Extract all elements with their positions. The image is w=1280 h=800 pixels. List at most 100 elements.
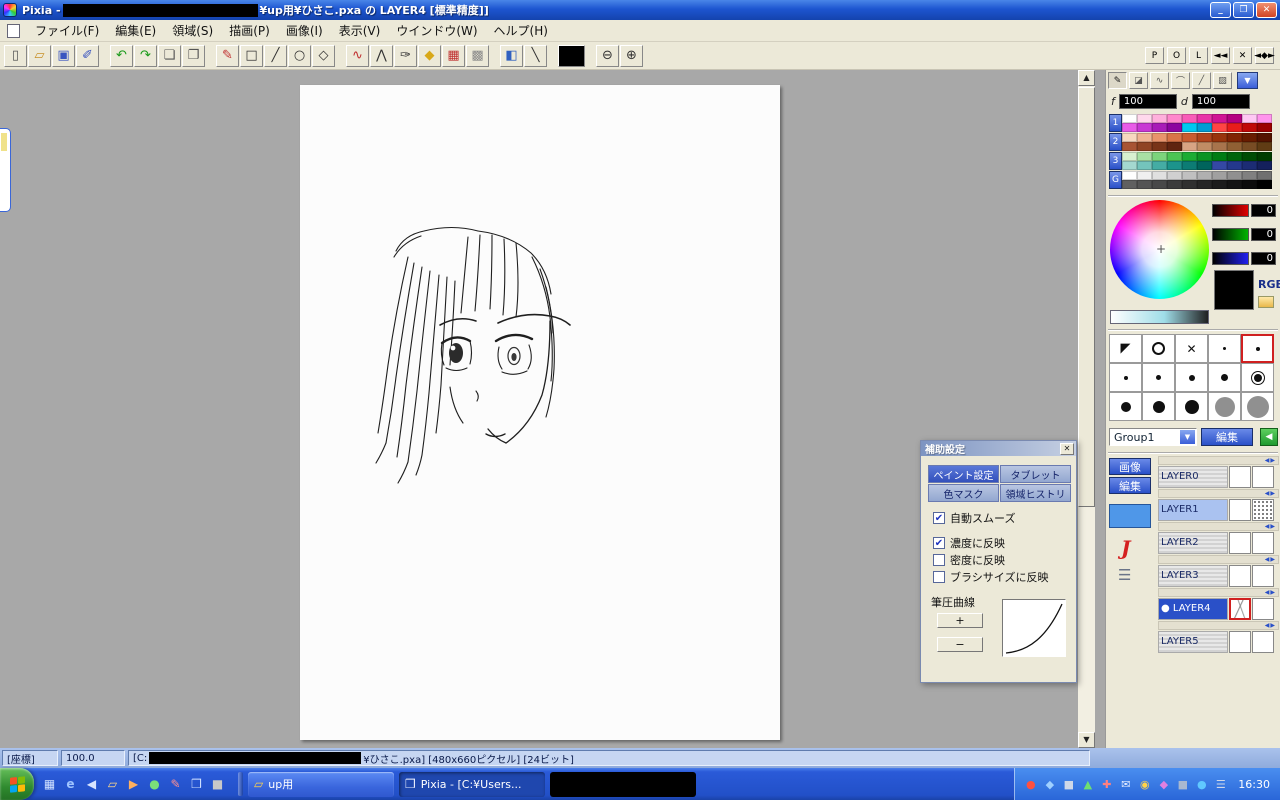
display-icon[interactable]: ■ (1061, 778, 1076, 791)
color-swatch[interactable] (1122, 171, 1137, 180)
panel-toggle-p[interactable]: P (1145, 47, 1164, 64)
device-icon[interactable]: ■ (1175, 778, 1190, 791)
pen-tool-button[interactable]: ✎ (216, 44, 239, 67)
layer-arrows-icon[interactable]: ◀▶ (1265, 589, 1278, 596)
color-swatch[interactable] (1212, 133, 1227, 142)
new-file-button[interactable]: ▯ (4, 44, 27, 67)
blue-slider[interactable] (1212, 252, 1249, 265)
palette-group-button-G[interactable]: G (1109, 171, 1122, 189)
layer-row-layer5[interactable]: ◀▶ LAYER5 (1158, 621, 1279, 653)
ime-icon[interactable]: ☰ (1213, 778, 1228, 791)
color-swatch[interactable] (1257, 180, 1272, 189)
color-swatch[interactable] (1197, 180, 1212, 189)
brush-shape-circle[interactable] (1142, 334, 1175, 363)
tool-dropdown-button[interactable]: ▼ (1237, 72, 1258, 89)
brush-shape-dot[interactable] (1208, 334, 1241, 363)
menu-item-window[interactable]: ウインドウ(W) (388, 20, 485, 41)
ie-icon[interactable]: e (62, 776, 79, 793)
color-swatch[interactable] (1152, 171, 1167, 180)
color-swatch[interactable] (1122, 161, 1137, 170)
zoom-out-tool-button[interactable]: ⊖ (596, 44, 619, 67)
canvas[interactable] (300, 85, 780, 740)
panel-toggle-l[interactable]: L (1189, 47, 1208, 64)
undo-button[interactable]: ↶ (110, 44, 133, 67)
blue-value[interactable]: 0 (1251, 252, 1276, 265)
curve-tool-button[interactable]: ∿ (1150, 72, 1169, 89)
layer-edit-button[interactable]: 編集 (1109, 477, 1151, 494)
color-swatch[interactable] (1197, 142, 1212, 151)
minimize-button[interactable]: _ (1210, 2, 1231, 18)
save-as-button[interactable]: ✐ (76, 44, 99, 67)
layer-thumb-blank[interactable] (1229, 465, 1251, 488)
status-icon[interactable]: ▲ (1080, 778, 1095, 791)
window-icon[interactable]: ❒ (188, 776, 205, 793)
color-swatch[interactable] (1137, 142, 1152, 151)
layer-thumb-blank[interactable] (1252, 597, 1274, 620)
copy-button[interactable]: ❏ (158, 44, 181, 67)
polygon-tool-button[interactable]: ◇ (312, 44, 335, 67)
collapsed-palette-grip[interactable] (0, 128, 11, 212)
current-color-button[interactable] (558, 44, 585, 67)
open-file-button[interactable]: ▱ (28, 44, 51, 67)
layer-arrows-icon[interactable]: ◀▶ (1265, 457, 1278, 464)
color-swatch[interactable] (1242, 171, 1257, 180)
color-swatch[interactable] (1197, 133, 1212, 142)
color-swatch[interactable] (1137, 123, 1152, 132)
brush-shape-dot[interactable] (1208, 363, 1241, 392)
color-swatch[interactable] (1182, 114, 1197, 123)
layer-row-layer4[interactable]: ◀▶ ● LAYER4 (1158, 588, 1279, 620)
layer-thumb-dots[interactable] (1252, 498, 1274, 521)
mail-icon[interactable]: ✉ (1118, 778, 1133, 791)
menu-item-view[interactable]: 表示(V) (331, 20, 389, 41)
layer-thumb-blank[interactable] (1229, 630, 1251, 653)
color-swatch[interactable] (1257, 133, 1272, 142)
color-swatch[interactable] (1167, 133, 1182, 142)
curve-plus-button[interactable]: + (937, 613, 983, 628)
color-swatch[interactable] (1197, 114, 1212, 123)
color-swatch[interactable] (1182, 133, 1197, 142)
color-swatch[interactable] (1257, 142, 1272, 151)
layer-list-icon[interactable]: ☰ (1118, 566, 1155, 584)
color-swatch[interactable] (1212, 142, 1227, 151)
layer-arrows-icon[interactable]: ◀▶ (1265, 622, 1278, 629)
brightness-slider[interactable] (1110, 310, 1209, 324)
color-swatch[interactable] (1152, 142, 1167, 151)
color-swatch[interactable] (1167, 171, 1182, 180)
color-swatch[interactable] (1152, 161, 1167, 170)
polyline-tool-button[interactable]: ⋀ (370, 44, 393, 67)
color-swatch[interactable] (1167, 161, 1182, 170)
start-button[interactable] (0, 768, 34, 800)
color-swatch[interactable] (1242, 161, 1257, 170)
color-swatch[interactable] (1137, 161, 1152, 170)
palette-group-button-1[interactable]: 1 (1109, 114, 1122, 132)
palette-folder-icon[interactable] (1258, 296, 1274, 308)
color-swatch[interactable] (1122, 180, 1137, 189)
messenger-icon[interactable]: ◆ (1156, 778, 1171, 791)
menu-item-help[interactable]: ヘルプ(H) (486, 20, 556, 41)
brush-shape-dot[interactable] (1241, 363, 1274, 392)
color-swatch[interactable] (1212, 114, 1227, 123)
group-select[interactable]: Group1 ▼ (1109, 428, 1197, 446)
taskbar-window-0[interactable]: ▱ up用 (248, 771, 394, 797)
menu-item-region[interactable]: 領域(S) (164, 20, 221, 41)
brush-shape-dot[interactable] (1142, 392, 1175, 421)
curve-tool-button[interactable]: ∿ (346, 44, 369, 67)
color-swatch[interactable] (1227, 152, 1242, 161)
pen-tool-button[interactable]: ✎ (1108, 72, 1127, 89)
color-swatch[interactable] (1122, 142, 1137, 151)
aux-tab-1[interactable]: タブレット (1000, 465, 1071, 483)
gradient-tool-button[interactable]: ◧ (500, 44, 523, 67)
aux-tab-0[interactable]: ペイント設定 (928, 465, 999, 483)
color-swatch[interactable] (1152, 152, 1167, 161)
color-swatch[interactable] (1227, 123, 1242, 132)
menu-item-edit[interactable]: 編集(E) (107, 20, 164, 41)
dock-split-button[interactable]: ◄◆► (1254, 47, 1275, 64)
color-swatch[interactable] (1227, 133, 1242, 142)
layer-arrows-icon[interactable]: ◀▶ (1265, 523, 1278, 530)
layer-thumb-blank[interactable] (1252, 564, 1274, 587)
color-swatch[interactable] (1122, 152, 1137, 161)
color-swatch[interactable] (1182, 152, 1197, 161)
scroll-down-button[interactable]: ▼ (1078, 732, 1095, 748)
color-swatch[interactable] (1167, 114, 1182, 123)
color-swatch[interactable] (1242, 142, 1257, 151)
